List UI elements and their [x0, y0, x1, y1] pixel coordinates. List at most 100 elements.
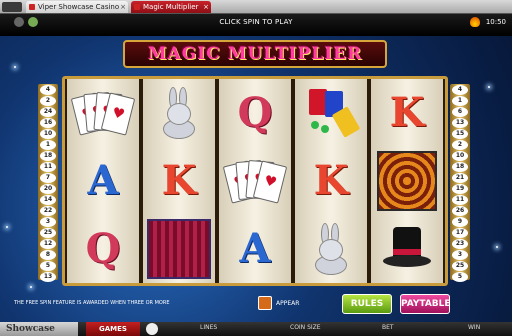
payline-number[interactable]: 22 [40, 206, 56, 216]
payline-number[interactable]: 17 [452, 228, 468, 238]
reel-cell [67, 79, 139, 147]
tab-label: Magic Multiplier [143, 3, 199, 11]
payline-number[interactable]: 1 [40, 140, 56, 150]
bet-label: BET [382, 324, 394, 331]
symbol-q: Q [85, 225, 121, 272]
payline-number[interactable]: 13 [40, 272, 56, 282]
symbol-a: A [239, 225, 271, 272]
rabbit-head [167, 103, 191, 125]
payline-number[interactable]: 13 [452, 118, 468, 128]
playing-cards-symbol [222, 155, 288, 207]
hat-brim [383, 255, 431, 267]
reel-cell: K [143, 147, 215, 215]
games-button[interactable]: GAMES [86, 322, 140, 336]
spiral-symbol [377, 151, 437, 211]
smiley-icon[interactable] [146, 323, 158, 335]
green-ball [311, 121, 319, 129]
window-menu-icon[interactable] [2, 2, 22, 12]
browser-tab-strip: Viper Showcase Casino × Magic Multiplier… [0, 0, 512, 14]
rules-button[interactable]: RULES [342, 294, 392, 314]
payline-number[interactable]: 15 [452, 129, 468, 139]
payline-number[interactable]: 11 [452, 195, 468, 205]
playing-cards-symbol [70, 87, 136, 139]
payline-number[interactable]: 7 [40, 173, 56, 183]
win-label: WIN [468, 324, 481, 331]
reel-cell [295, 79, 367, 147]
sound-icon[interactable] [28, 17, 38, 27]
payline-number[interactable]: 24 [40, 107, 56, 117]
payline-number[interactable]: 3 [40, 217, 56, 227]
close-tab-icon[interactable]: × [120, 1, 126, 13]
payline-number[interactable]: 4 [452, 85, 468, 95]
reel-cell [219, 147, 291, 215]
bonus-symbol-icon [258, 296, 272, 310]
footer-bar: Showcase GAMES LINES COIN SIZE BET WIN [0, 322, 512, 336]
symbol-a: A [87, 157, 119, 204]
payline-number[interactable]: 20 [40, 184, 56, 194]
game-title: MAGIC MULTIPLIER [147, 44, 363, 64]
coin-size-label: COIN SIZE [290, 324, 321, 331]
payline-number[interactable]: 25 [452, 261, 468, 271]
payline-number[interactable]: 26 [452, 206, 468, 216]
payline-number[interactable]: 8 [40, 250, 56, 260]
curtain-symbol [147, 219, 211, 279]
payline-number[interactable]: 12 [40, 239, 56, 249]
camera-icon[interactable] [14, 17, 24, 27]
sparkle-star [30, 286, 32, 288]
payline-number[interactable]: 23 [452, 239, 468, 249]
paytable-button[interactable]: PAYTABLE [400, 294, 451, 314]
reel-cell [371, 215, 443, 283]
payline-number[interactable]: 3 [452, 250, 468, 260]
payline-number[interactable]: 16 [40, 118, 56, 128]
payline-indicators-left: 4 2 24 16 10 1 18 11 7 20 14 22 3 25 12 8 5 13 [38, 84, 58, 282]
payline-number[interactable]: 4 [40, 85, 56, 95]
reel-4: K [295, 79, 367, 283]
payline-number[interactable]: 18 [452, 162, 468, 172]
payline-number[interactable]: 18 [40, 151, 56, 161]
reel-cell: A [67, 147, 139, 215]
reel-cell: A [219, 215, 291, 283]
reel-cell: Q [67, 215, 139, 283]
sparkle-star [488, 86, 490, 88]
rabbit-symbol [157, 87, 201, 139]
payline-indicators-right: 4 1 6 13 15 2 10 18 21 19 11 26 9 17 23 3 25 5 [450, 84, 470, 282]
payline-number[interactable]: 2 [40, 96, 56, 106]
sparkle-star [6, 226, 8, 228]
payline-number[interactable]: 14 [40, 195, 56, 205]
reel-cell [143, 79, 215, 147]
reel-cell [371, 147, 443, 215]
payline-number[interactable]: 11 [40, 162, 56, 172]
payline-number[interactable]: 9 [452, 217, 468, 227]
green-ball [321, 125, 329, 133]
clock: 10:50 [485, 18, 506, 26]
top-hat-symbol [379, 223, 435, 275]
sparkle-star [496, 246, 498, 248]
tab-viper-casino[interactable]: Viper Showcase Casino × [26, 1, 128, 13]
reel-cell [143, 215, 215, 283]
game-top-bar: CLICK SPIN TO PLAY 10:50 [0, 14, 512, 36]
payline-number[interactable]: 10 [40, 129, 56, 139]
payline-number[interactable]: 5 [40, 261, 56, 271]
payline-number[interactable]: 5 [452, 272, 468, 282]
payline-number[interactable]: 6 [452, 107, 468, 117]
payline-number[interactable]: 2 [452, 140, 468, 150]
payline-number[interactable]: 19 [452, 184, 468, 194]
rabbit-symbol [309, 223, 353, 275]
close-tab-icon[interactable]: × [203, 1, 209, 13]
reel-cell [295, 215, 367, 283]
tab-magic-multiplier[interactable]: Magic Multiplier × [131, 1, 211, 13]
reel-3: QA [219, 79, 291, 283]
brand-logo: Showcase [0, 322, 78, 336]
payline-number[interactable]: 10 [452, 151, 468, 161]
reel-2: K [143, 79, 215, 283]
reel-cell: Q [219, 79, 291, 147]
magic-kit-symbol [303, 87, 361, 139]
symbol-k: K [313, 157, 349, 204]
symbol-k: K [389, 89, 425, 136]
reel-cell: K [371, 79, 443, 147]
payline-number[interactable]: 21 [452, 173, 468, 183]
payline-number[interactable]: 1 [452, 96, 468, 106]
spin-prompt: CLICK SPIN TO PLAY [219, 18, 293, 26]
game-logo-banner: MAGIC MULTIPLIER [123, 40, 387, 68]
payline-number[interactable]: 25 [40, 228, 56, 238]
